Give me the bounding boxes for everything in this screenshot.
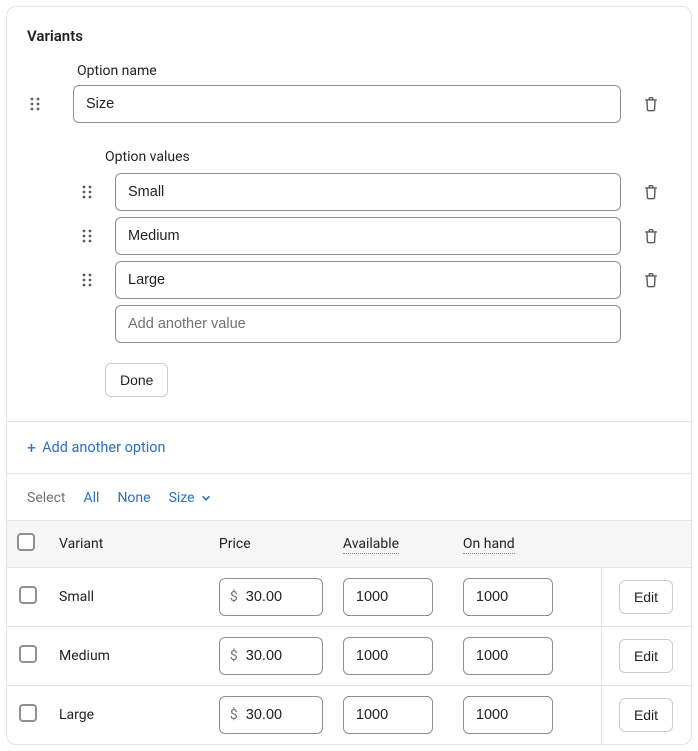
row-checkbox[interactable] [19, 586, 37, 604]
done-button[interactable]: Done [105, 363, 168, 397]
drag-handle-icon[interactable] [79, 272, 95, 288]
plus-icon: + [27, 438, 36, 457]
select-bar: Select All None Size [7, 474, 691, 520]
available-input[interactable] [343, 578, 433, 616]
price-input[interactable] [238, 589, 322, 605]
variants-card: Variants Option name [6, 6, 692, 745]
currency-symbol: $ [220, 707, 238, 723]
onhand-input[interactable] [463, 578, 553, 616]
variants-table-wrap[interactable]: Variant Price Available On hand SKU Smal… [7, 520, 691, 744]
select-none-link[interactable]: None [117, 490, 150, 506]
drag-handle-icon[interactable] [27, 96, 43, 112]
price-input-wrap: $ [219, 637, 323, 675]
option-value-input[interactable] [115, 173, 621, 211]
option-value-input[interactable] [115, 261, 621, 299]
select-all-checkbox[interactable] [17, 533, 35, 551]
trash-icon[interactable] [642, 227, 660, 245]
table-row: Medium $ Edit [7, 627, 691, 686]
select-option-dropdown[interactable]: Size [169, 490, 211, 506]
drag-handle-icon[interactable] [79, 184, 95, 200]
add-value-input[interactable] [115, 305, 621, 343]
option-name-label: Option name [77, 63, 671, 79]
currency-symbol: $ [220, 648, 238, 664]
variant-name: Large [49, 686, 209, 745]
add-option-button[interactable]: + Add another option [7, 422, 691, 473]
edit-button[interactable]: Edit [619, 580, 673, 614]
column-header-onhand[interactable]: On hand [453, 521, 573, 568]
price-input-wrap: $ [219, 578, 323, 616]
price-input[interactable] [238, 648, 322, 664]
card-title: Variants [27, 27, 671, 45]
edit-button[interactable]: Edit [619, 639, 673, 673]
available-input[interactable] [343, 696, 433, 734]
price-input-wrap: $ [219, 696, 323, 734]
trash-icon[interactable] [642, 95, 660, 113]
select-all-link[interactable]: All [83, 490, 99, 506]
drag-handle-icon[interactable] [79, 228, 95, 244]
row-checkbox[interactable] [19, 645, 37, 663]
onhand-input[interactable] [463, 637, 553, 675]
chevron-down-icon [201, 493, 211, 503]
variant-name: Small [49, 568, 209, 627]
column-header-variant: Variant [49, 521, 209, 568]
option-name-input[interactable] [73, 85, 621, 123]
option-value-input[interactable] [115, 217, 621, 255]
add-option-label: Add another option [42, 439, 165, 456]
price-input[interactable] [238, 707, 322, 723]
column-header-available[interactable]: Available [333, 521, 453, 568]
variant-name: Medium [49, 627, 209, 686]
option-editor-section: Variants Option name [7, 7, 691, 421]
table-row: Small $ Edit [7, 568, 691, 627]
table-row: Large $ Edit [7, 686, 691, 745]
select-label: Select [27, 490, 65, 506]
trash-icon[interactable] [642, 271, 660, 289]
trash-icon[interactable] [642, 183, 660, 201]
row-checkbox[interactable] [19, 704, 37, 722]
currency-symbol: $ [220, 589, 238, 605]
onhand-input[interactable] [463, 696, 553, 734]
option-values-label: Option values [105, 149, 671, 165]
column-header-price: Price [209, 521, 333, 568]
available-input[interactable] [343, 637, 433, 675]
